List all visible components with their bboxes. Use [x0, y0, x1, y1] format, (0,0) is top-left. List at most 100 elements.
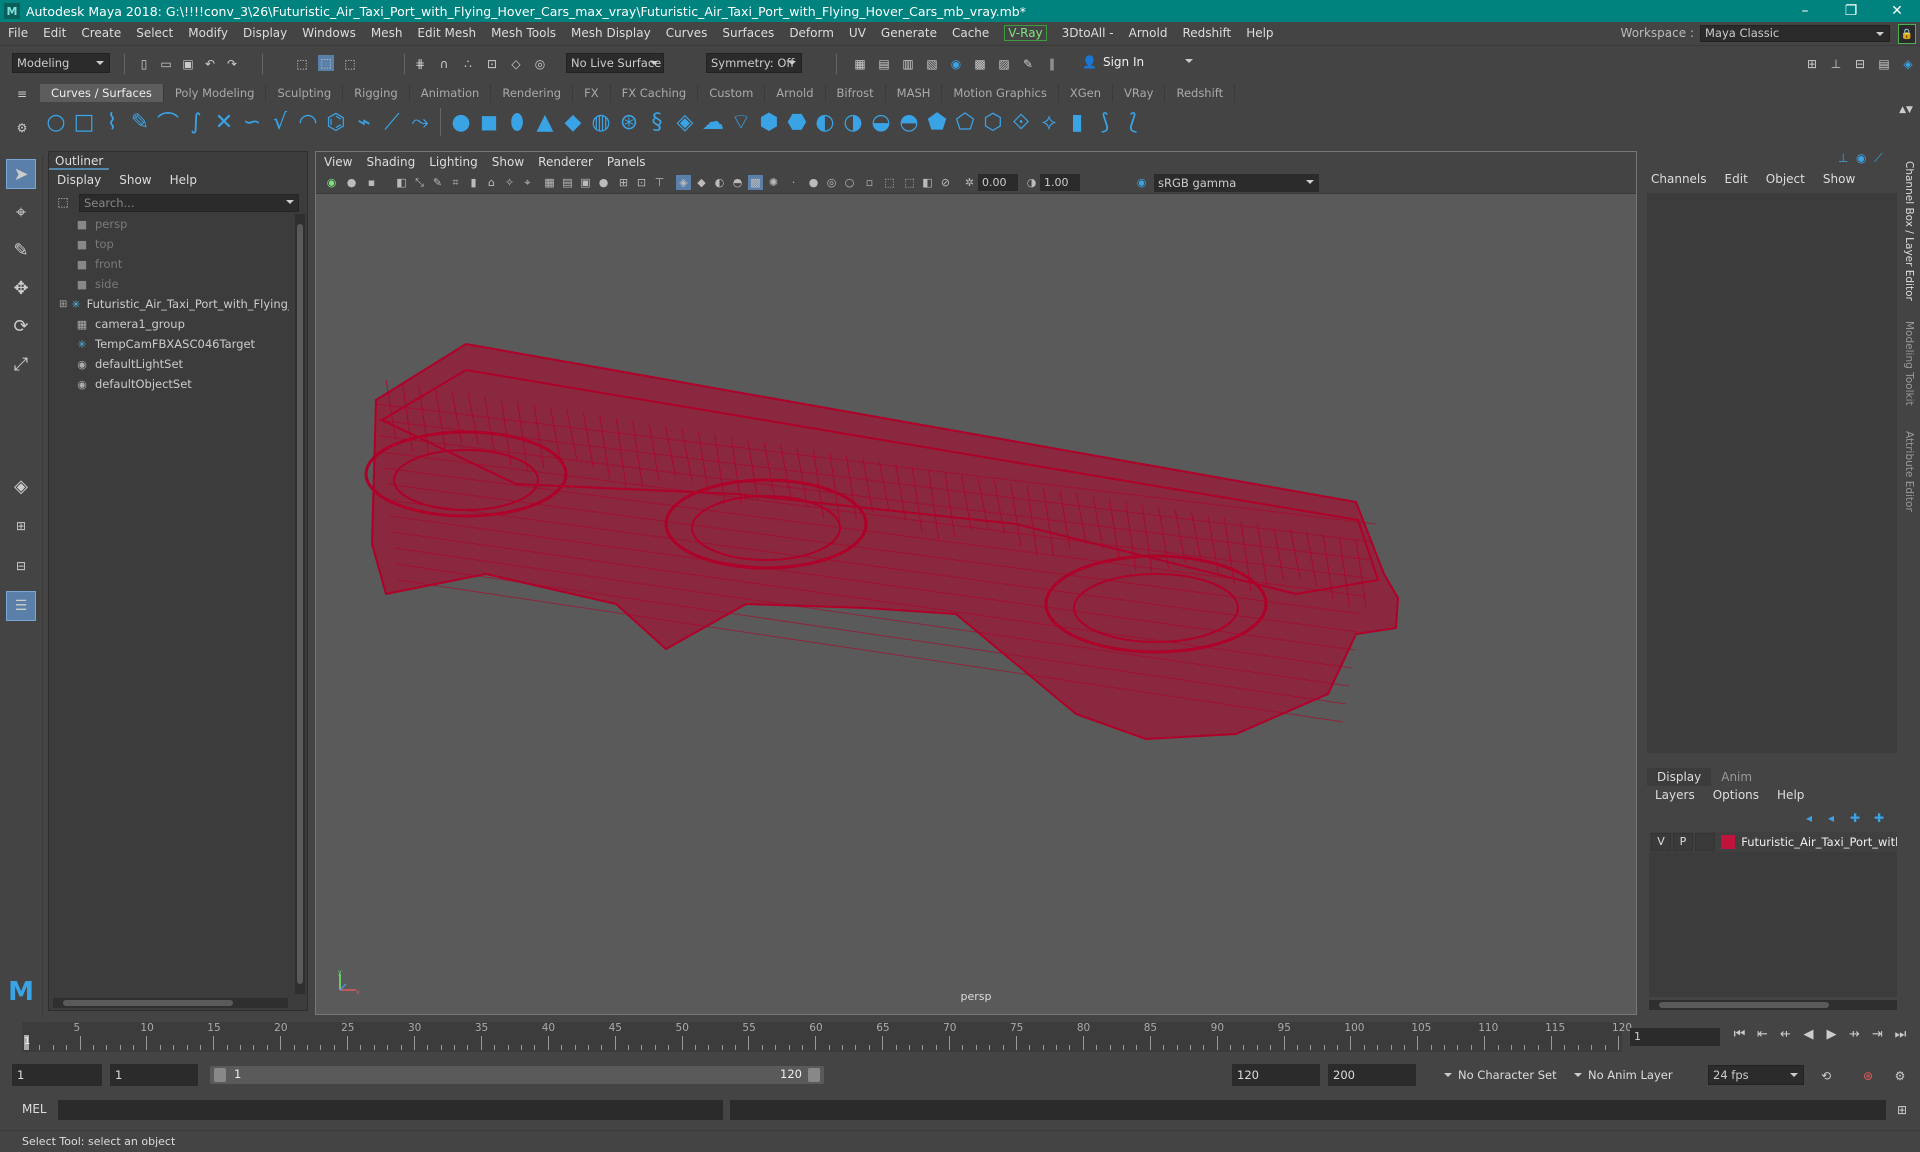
motion-blur-icon[interactable]: ·: [786, 175, 801, 190]
camera-attributes-icon[interactable]: ◉: [324, 175, 339, 190]
shelf-tab-fx-caching[interactable]: FX Caching: [611, 84, 699, 102]
outliner-menu-display[interactable]: Display: [57, 173, 101, 187]
channel-box-icon[interactable]: ⊥: [1838, 151, 1856, 166]
auto-key-icon[interactable]: ⊛: [1860, 1068, 1876, 1084]
grid-icon[interactable]: ⬚: [902, 175, 917, 190]
grid-toggle-icon[interactable]: ⌗: [448, 175, 463, 190]
go-to-end-button[interactable]: ⏭: [1889, 1027, 1912, 1042]
nurbs-plane-icon[interactable]: ◆: [559, 108, 587, 136]
gamma-icon[interactable]: ◑: [1024, 175, 1039, 190]
menu-cache[interactable]: Cache: [952, 26, 989, 40]
editor-settings-icon[interactable]: ⟋: [1874, 151, 1892, 166]
cv-curve-icon[interactable]: ⌒: [154, 108, 182, 137]
move-layer-down-icon[interactable]: ◂: [1823, 810, 1839, 826]
arc-tool-icon[interactable]: ◠: [294, 108, 322, 136]
animation-prefs-icon[interactable]: ⚙: [1892, 1068, 1908, 1084]
extend-curve-icon[interactable]: ⟋: [378, 108, 406, 136]
menu-uv[interactable]: UV: [849, 26, 866, 40]
nurbs-sphere-icon[interactable]: ●: [447, 108, 475, 136]
sign-in-button[interactable]: 👤 Sign In: [1082, 52, 1197, 72]
menu-curves[interactable]: Curves: [666, 26, 708, 40]
range-slider[interactable]: 1 120: [210, 1066, 824, 1084]
menu-windows[interactable]: Windows: [302, 26, 356, 40]
bevel-plus-icon[interactable]: ◐: [811, 108, 839, 136]
wireframe-toggle-icon[interactable]: ▣: [578, 175, 593, 190]
menu-modify[interactable]: Modify: [188, 26, 228, 40]
pencil-curve-icon[interactable]: ✎: [126, 108, 154, 136]
outliner-horizontal-scrollbar[interactable]: [53, 998, 288, 1008]
menu-vray[interactable]: V-Ray: [1004, 25, 1047, 41]
modeling-toolkit-icon[interactable]: ⊞: [1804, 56, 1820, 72]
anim-layer-dropdown[interactable]: No Anim Layer: [1572, 1064, 1702, 1086]
depth-of-field-icon[interactable]: ◎: [824, 175, 839, 190]
viewport-menu-panels[interactable]: Panels: [607, 155, 646, 169]
menu-mesh-tools[interactable]: Mesh Tools: [491, 26, 556, 40]
boundary-icon[interactable]: ⬢: [755, 108, 783, 136]
use-all-lights-icon[interactable]: ⊤: [652, 175, 667, 190]
tab-modeling-toolkit[interactable]: Modeling Toolkit: [1903, 321, 1915, 406]
mel-command-input[interactable]: [58, 1100, 723, 1120]
loop-icon[interactable]: ⟲: [1818, 1068, 1834, 1084]
lock-icon[interactable]: 🔒: [1898, 24, 1916, 44]
curve-blend-icon[interactable]: ∽: [238, 108, 266, 136]
outliner-item[interactable]: ■ side: [49, 274, 289, 294]
detach-curves-icon[interactable]: ⌁: [350, 108, 378, 136]
filter-icon[interactable]: ⬚: [55, 194, 71, 210]
exposure-icon[interactable]: ✲: [962, 175, 977, 190]
layer-playback-toggle[interactable]: P: [1672, 833, 1693, 851]
intersect-surfaces-icon[interactable]: ⬟: [923, 108, 951, 136]
time-ruler[interactable]: 5 10 15 20 25 30 35 40 45 50 55 60 65 70 75 80 85 90 95 100…: [22, 1022, 1632, 1052]
nurbs-torus-icon[interactable]: ◍: [587, 108, 615, 136]
outliner-menu-show[interactable]: Show: [119, 173, 151, 187]
smooth-shade-icon[interactable]: ●: [596, 175, 611, 190]
grease-pencil-icon[interactable]: ✎: [430, 175, 445, 190]
select-tool-icon[interactable]: ➤: [6, 159, 36, 189]
render-current-icon[interactable]: ▤: [876, 56, 892, 72]
attach-surfaces-icon[interactable]: ⬠: [951, 108, 979, 136]
menu-create[interactable]: Create: [81, 26, 121, 40]
move-tool-icon[interactable]: ✥: [6, 273, 36, 303]
menu-help[interactable]: Help: [1246, 26, 1273, 40]
color-space-dropdown[interactable]: sRGB gamma: [1154, 174, 1319, 192]
select-object-icon[interactable]: ⬚: [318, 55, 334, 71]
layer-visibility-toggle[interactable]: V: [1651, 833, 1671, 851]
animation-end-field[interactable]: 200: [1328, 1064, 1416, 1086]
symmetry-dropdown[interactable]: Symmetry: Off: [706, 53, 802, 73]
menu-edit-mesh[interactable]: Edit Mesh: [417, 26, 476, 40]
shelf-tab-rigging[interactable]: Rigging: [343, 84, 410, 102]
layers-menu[interactable]: Layers: [1655, 788, 1695, 802]
playback-end-field[interactable]: 120: [1232, 1064, 1320, 1086]
revolve-icon[interactable]: ⊛: [615, 108, 643, 136]
menu-deform[interactable]: Deform: [789, 26, 834, 40]
rotate-tool-icon[interactable]: ⟳: [6, 311, 36, 341]
outliner-item[interactable]: ■ front: [49, 254, 289, 274]
xray-icon[interactable]: ▩: [748, 175, 763, 190]
layer-help-menu[interactable]: Help: [1777, 788, 1804, 802]
offset-curve-icon[interactable]: ⤳: [406, 108, 434, 136]
nurbs-cone-icon[interactable]: ▲: [531, 108, 559, 136]
lasso-tool-icon[interactable]: ⌖: [6, 197, 36, 227]
range-end-handle[interactable]: [808, 1068, 820, 1082]
viewport-menu-view[interactable]: View: [324, 155, 352, 169]
script-editor-icon[interactable]: ⊞: [1894, 1102, 1910, 1118]
ambient-occlusion-icon[interactable]: ✺: [766, 175, 781, 190]
new-layer-selected-icon[interactable]: ✚: [1871, 810, 1887, 826]
shelf-tab-animation[interactable]: Animation: [410, 84, 492, 102]
menu-file[interactable]: File: [8, 26, 28, 40]
wireframe-shading-icon[interactable]: ◈: [676, 175, 691, 190]
undo-icon[interactable]: ↶: [202, 56, 218, 72]
channel-box-toggle-icon[interactable]: ▤: [1876, 56, 1892, 72]
shelf-tab-sculpting[interactable]: Sculpting: [266, 84, 344, 102]
play-forwards-button[interactable]: ▶: [1820, 1027, 1843, 1042]
ep-curve-icon[interactable]: ⌇: [98, 108, 126, 136]
step-forward-frame-button[interactable]: ⇥: [1866, 1027, 1889, 1042]
shelf-menu-icon[interactable]: ≡: [14, 86, 30, 102]
animation-start-field[interactable]: 1: [12, 1064, 102, 1086]
trim-tool-icon[interactable]: ◑: [839, 108, 867, 136]
shelf-tab-mash[interactable]: MASH: [886, 84, 943, 102]
expand-icon[interactable]: ⊞: [59, 299, 67, 310]
layer-horizontal-scrollbar[interactable]: [1649, 1000, 1897, 1010]
nurbs-circle-icon[interactable]: ○: [42, 108, 70, 136]
vray-render-icon[interactable]: ▩: [972, 56, 988, 72]
outliner-search-input[interactable]: Search...: [79, 194, 299, 212]
